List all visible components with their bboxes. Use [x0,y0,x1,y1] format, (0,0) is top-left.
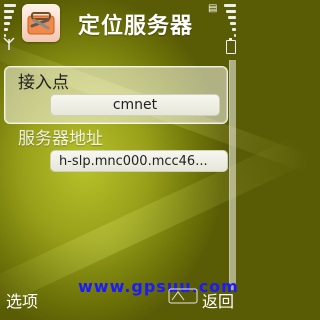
signal-antenna-icon [3,36,15,50]
setting-label-access-point: 接入点 [18,73,69,93]
scrollbar-thumb[interactable] [230,60,236,290]
vertical-scrollbar[interactable] [229,60,236,290]
softkey-bar: 选项 返回 [0,286,240,320]
notification-icon: ▤ [208,3,218,14]
status-bar: 定位服务器 ▤ [0,0,240,60]
back-softkey[interactable]: 返回 [202,288,234,312]
toolbox-icon [22,4,60,42]
options-softkey[interactable]: 选项 [6,288,38,312]
setting-label-server-address: 服务器地址 [18,129,103,149]
setting-value-access-point[interactable]: cmnet [50,94,220,116]
settings-list: 接入点 cmnet 服务器地址 h-slp.mnc000.mcc46... [0,64,228,284]
page-title: 定位服务器 [78,14,194,39]
setting-value-server-address[interactable]: h-slp.mnc000.mcc46... [50,150,228,172]
battery-icon [226,38,236,54]
